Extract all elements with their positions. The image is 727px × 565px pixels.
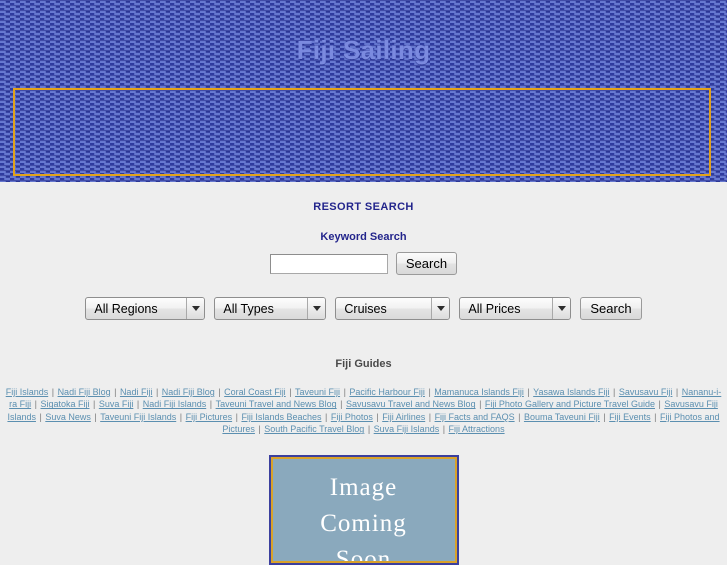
guide-link-separator: |: [286, 387, 295, 397]
guide-link-separator: |: [341, 387, 349, 397]
guide-link-separator: |: [651, 411, 660, 422]
keyword-search-button[interactable]: Search: [395, 252, 458, 275]
keyword-search-input[interactable]: [269, 253, 388, 274]
guide-link[interactable]: Taveuni Travel and News Blog: [216, 399, 337, 409]
guide-link[interactable]: Bouma Taveuni Fiji: [524, 412, 600, 422]
select-types[interactable]: All Types: [214, 297, 327, 320]
chevron-down-icon[interactable]: [431, 298, 450, 319]
guide-link-separator: |: [207, 399, 215, 410]
guide-link-separator: |: [600, 411, 609, 422]
guide-link[interactable]: Fiji Photos: [331, 412, 373, 422]
guide-link[interactable]: Suva News: [45, 412, 91, 422]
guide-link-separator: |: [515, 411, 523, 422]
guide-link-separator: |: [91, 411, 100, 422]
image-placeholder-line-1: Image: [329, 473, 398, 501]
keyword-search-label: Keyword Search: [320, 231, 407, 243]
guide-link-separator: |: [440, 424, 448, 435]
guide-link[interactable]: South Pacific Travel Blog: [264, 424, 364, 434]
chevron-down-icon[interactable]: [552, 298, 571, 319]
guide-link-separator: |: [215, 387, 224, 397]
image-placeholder-line-2: Coming: [320, 509, 407, 537]
guide-link-separator: |: [426, 411, 434, 422]
guide-link-separator: |: [656, 399, 664, 410]
guide-link[interactable]: Yasawa Islands Fiji: [533, 387, 609, 397]
resort-search-heading: RESORT SEARCH: [313, 201, 414, 213]
guide-link[interactable]: Savusavu Fiji: [619, 387, 673, 397]
guide-link-separator: |: [90, 399, 98, 410]
guide-link-separator: |: [153, 387, 161, 397]
guide-link[interactable]: Fiji Events: [609, 412, 651, 422]
image-coming-soon-placeholder: Image Coming Soon: [268, 454, 459, 565]
guide-link[interactable]: Fiji Attractions: [449, 424, 505, 434]
guide-link[interactable]: Sigatoka Fiji: [40, 399, 89, 409]
guide-link[interactable]: Nadi Fiji: [120, 387, 153, 397]
guide-link-separator: |: [476, 399, 484, 410]
image-placeholder-wrapper: Image Coming Soon: [0, 454, 727, 565]
select-types-label: All Types: [223, 301, 274, 316]
filter-search-button[interactable]: Search: [580, 297, 642, 320]
guide-link[interactable]: Savusavu Travel and News Blog: [346, 399, 476, 409]
guide-link[interactable]: Taveuni Fiji Islands: [100, 412, 176, 422]
fiji-guides-section: Fiji Guides Fiji Islands | Nadi Fiji Blo…: [0, 358, 727, 436]
guide-link-separator: |: [365, 424, 373, 435]
filter-row: All Regions All Types Cruises All Prices…: [0, 297, 727, 320]
resort-search-panel: RESORT SEARCH Keyword Search Search All …: [0, 182, 727, 320]
guide-link-separator: |: [610, 387, 618, 397]
guide-link-separator: |: [373, 411, 382, 422]
guide-link-separator: |: [425, 387, 434, 397]
guide-link-separator: |: [337, 399, 345, 410]
select-categories[interactable]: Cruises: [335, 297, 451, 320]
guide-link[interactable]: Nadi Fiji Blog: [162, 387, 215, 397]
guide-link-separator: |: [111, 387, 119, 397]
guide-link[interactable]: Nadi Fiji Islands: [143, 399, 207, 409]
select-regions-label: All Regions: [94, 301, 158, 316]
guide-link[interactable]: Fiji Facts and FAQS: [435, 412, 515, 422]
guide-link[interactable]: Coral Coast Fiji: [224, 387, 286, 397]
guide-link[interactable]: Taveuni Fiji: [295, 387, 340, 397]
guide-link[interactable]: Mamanuca Islands Fiji: [434, 387, 524, 397]
select-prices-label: All Prices: [468, 301, 521, 316]
guide-link[interactable]: Suva Fiji Islands: [374, 424, 440, 434]
fiji-guides-link-list: Fiji Islands | Nadi Fiji Blog | Nadi Fij…: [0, 386, 727, 436]
guide-link-separator: |: [673, 387, 681, 397]
guide-link-separator: |: [322, 411, 330, 422]
guide-link[interactable]: Fiji Islands Beaches: [241, 412, 321, 422]
guide-link-separator: |: [177, 411, 185, 422]
page-title: Fiji Sailing: [296, 35, 431, 65]
chevron-down-icon[interactable]: [186, 298, 205, 319]
guide-link[interactable]: Fiji Airlines: [382, 412, 425, 422]
guide-link[interactable]: Fiji Islands: [6, 387, 49, 397]
guide-link[interactable]: Pacific Harbour Fiji: [349, 387, 425, 397]
select-regions[interactable]: All Regions: [85, 297, 206, 320]
select-prices[interactable]: All Prices: [459, 297, 572, 320]
guide-link-separator: |: [255, 424, 264, 435]
select-categories-label: Cruises: [344, 301, 387, 316]
image-placeholder-text: Image Coming Soon: [272, 458, 455, 561]
guide-link-separator: |: [36, 411, 45, 422]
banner-frame: [13, 88, 711, 176]
guide-link[interactable]: Nadi Fiji Blog: [58, 387, 111, 397]
chevron-down-icon[interactable]: [307, 298, 326, 319]
image-placeholder-line-3: Soon: [335, 545, 392, 561]
fiji-guides-heading: Fiji Guides: [335, 358, 392, 370]
guide-link[interactable]: Fiji Pictures: [186, 412, 233, 422]
keyword-search-row: Search: [0, 252, 727, 275]
guide-link-separator: |: [134, 399, 142, 410]
guide-link[interactable]: Fiji Photo Gallery and Picture Travel Gu…: [485, 399, 655, 409]
guide-link-separator: |: [524, 387, 533, 397]
guide-link-separator: |: [49, 387, 57, 397]
guide-link[interactable]: Suva Fiji: [99, 399, 134, 409]
site-header: Fiji Sailing: [0, 0, 727, 182]
